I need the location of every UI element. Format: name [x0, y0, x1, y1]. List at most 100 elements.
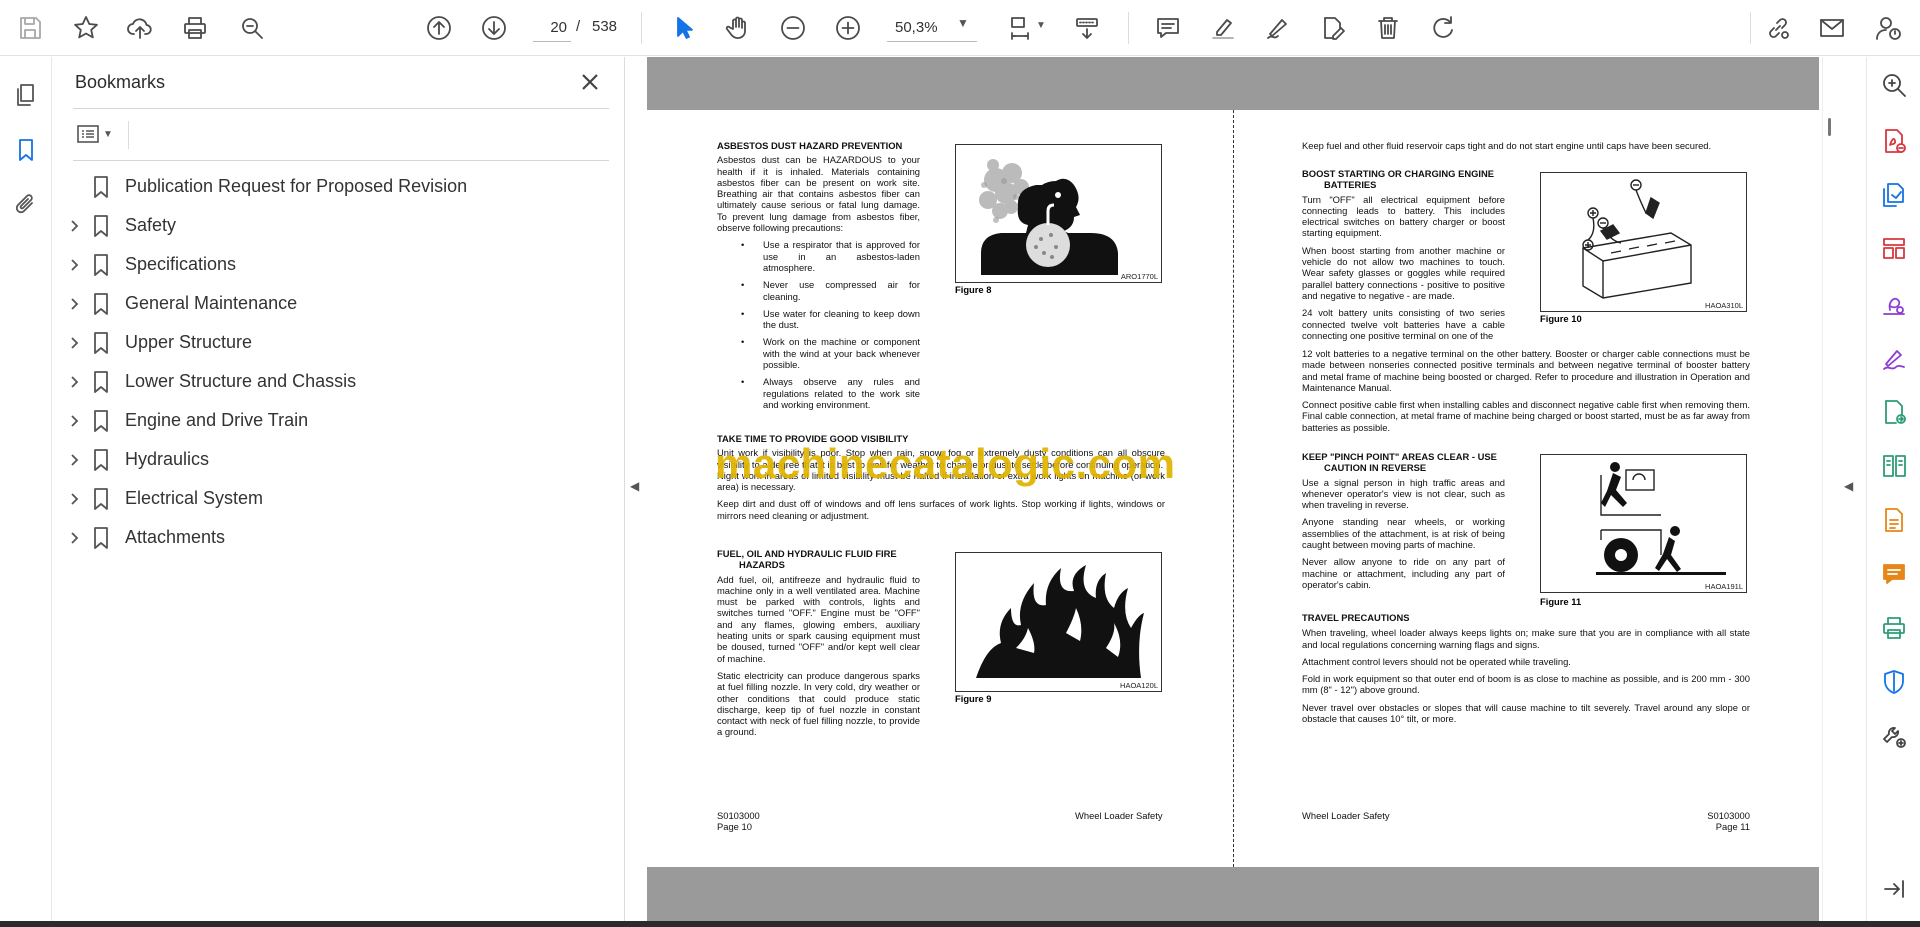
- chevron-right-icon[interactable]: [69, 453, 83, 467]
- bookmark-options-button[interactable]: ▼: [73, 119, 121, 149]
- travel-precautions-section: TRAVEL PRECAUTIONS When traveling, wheel…: [1302, 612, 1750, 730]
- bookmark-item-electrical-system[interactable]: Electrical System: [53, 479, 625, 518]
- zoom-out-icon[interactable]: [773, 8, 813, 48]
- toolbar-divider: [641, 12, 642, 44]
- collapse-left-panel-icon[interactable]: ◀: [630, 479, 639, 493]
- vertical-scrollbar[interactable]: [1822, 57, 1836, 921]
- page-thumbnails-icon[interactable]: [6, 75, 46, 115]
- bookmark-icon: [93, 332, 113, 354]
- zoom-in-icon[interactable]: [828, 8, 868, 48]
- zoom-search-icon[interactable]: [1877, 68, 1911, 102]
- star-icon[interactable]: [66, 8, 106, 48]
- figure-code: HAOA191L: [1705, 582, 1743, 591]
- pinch-point-image: [1596, 462, 1726, 575]
- figure-10-battery: HAOA310L: [1540, 172, 1747, 312]
- comment-tool-icon[interactable]: [1877, 557, 1911, 591]
- draw-icon[interactable]: [1258, 8, 1298, 48]
- fill-and-sign-icon[interactable]: [1877, 341, 1911, 375]
- chevron-right-icon[interactable]: [69, 375, 83, 389]
- chevron-down-icon[interactable]: ▼: [957, 16, 969, 30]
- page-fit-caret-icon[interactable]: ▼: [1036, 20, 1046, 31]
- paragraph: When traveling, wheel loader always keep…: [1302, 627, 1750, 650]
- comment-icon[interactable]: [1148, 8, 1188, 48]
- asbestos-section: ASBESTOS DUST HAZARD PREVENTION Asbestos…: [717, 140, 920, 416]
- document-code: S0103000: [717, 810, 760, 821]
- bookmark-icon: [93, 527, 113, 549]
- attachments-icon[interactable]: [6, 185, 46, 225]
- expand-panel-icon[interactable]: [1877, 872, 1911, 906]
- upload-cloud-icon[interactable]: [120, 8, 160, 48]
- bookmark-item-specifications[interactable]: Specifications: [53, 245, 625, 284]
- panel-title: Bookmarks: [75, 72, 166, 92]
- save-icon[interactable]: [10, 8, 50, 48]
- find-icon[interactable]: [232, 8, 272, 48]
- section-heading-continued: BATTERIES: [1324, 179, 1377, 191]
- paragraph: Use a signal person in high traffic area…: [1302, 476, 1505, 511]
- edit-pdf-icon[interactable]: [1313, 8, 1353, 48]
- hand-tool-icon[interactable]: [718, 8, 758, 48]
- bookmarks-panel: Bookmarks ▼ Publication Request for Prop…: [53, 57, 625, 921]
- bookmark-item-upper-structure[interactable]: Upper Structure: [53, 323, 625, 362]
- page-footer-left: S0103000 Page 10: [717, 810, 760, 833]
- chevron-right-icon[interactable]: [69, 336, 83, 350]
- create-pdf-icon[interactable]: [1877, 178, 1911, 212]
- divider: [73, 108, 609, 109]
- divider: [128, 121, 129, 149]
- bookmark-label: Hydraulics: [125, 449, 210, 469]
- figure-9-fire: HAOA120L: [955, 552, 1162, 692]
- email-icon[interactable]: [1812, 8, 1852, 48]
- scroll-mode-icon[interactable]: [1067, 8, 1107, 48]
- highlight-icon[interactable]: [1203, 8, 1243, 48]
- bookmark-label: Upper Structure: [125, 332, 253, 352]
- toolbar-divider: [1128, 12, 1129, 44]
- print-production-icon[interactable]: [1877, 611, 1911, 645]
- chevron-right-icon[interactable]: [69, 492, 83, 506]
- bookmark-item-hydraulics[interactable]: Hydraulics: [53, 440, 625, 479]
- chevron-right-icon[interactable]: [69, 531, 83, 545]
- list-item: Work on the machine or component with th…: [717, 336, 920, 370]
- compare-files-icon[interactable]: [1877, 449, 1911, 483]
- paragraph: Keep fuel and other fluid reservoir caps…: [1302, 140, 1712, 151]
- export-file-icon[interactable]: [1877, 503, 1911, 537]
- scrollbar-thumb[interactable]: [1828, 118, 1831, 136]
- print-icon[interactable]: [175, 8, 215, 48]
- paragraph: Keep dirt and dust off of windows and of…: [717, 498, 1165, 521]
- send-for-review-icon[interactable]: [1877, 395, 1911, 429]
- organize-pages-icon[interactable]: [1877, 232, 1911, 266]
- bookmark-item-lower-structure[interactable]: Lower Structure and Chassis: [53, 362, 625, 401]
- document-code: S0103000: [1707, 810, 1750, 821]
- trash-icon[interactable]: [1368, 8, 1408, 48]
- bookmark-item-attachments[interactable]: Attachments: [53, 518, 625, 557]
- bookmark-list: Publication Request for Proposed Revisio…: [53, 167, 625, 557]
- page-number-input[interactable]: [533, 14, 571, 42]
- chevron-right-icon[interactable]: [69, 414, 83, 428]
- page-fit-icon[interactable]: [1000, 8, 1040, 48]
- more-tools-icon[interactable]: [1877, 719, 1911, 753]
- close-icon[interactable]: [575, 67, 605, 97]
- bookmark-label: Specifications: [125, 254, 237, 274]
- request-signatures-icon[interactable]: [1877, 287, 1911, 321]
- paragraph: Turn "OFF" all electrical equipment befo…: [1302, 193, 1505, 239]
- section-heading-continued: HAZARDS: [739, 559, 785, 571]
- chevron-right-icon[interactable]: [69, 219, 83, 233]
- chevron-right-icon[interactable]: [69, 297, 83, 311]
- chevron-right-icon[interactable]: [69, 258, 83, 272]
- previous-page-icon[interactable]: [419, 8, 459, 48]
- section-heading: TRAVEL PRECAUTIONS: [1302, 612, 1410, 623]
- rotate-icon[interactable]: [1423, 8, 1463, 48]
- export-pdf-icon[interactable]: [1877, 124, 1911, 158]
- bookmark-item-general-maintenance[interactable]: General Maintenance: [53, 284, 625, 323]
- bookmark-item-publication-request[interactable]: Publication Request for Proposed Revisio…: [53, 167, 625, 206]
- bookmarks-icon[interactable]: [6, 130, 46, 170]
- bookmark-item-engine-drive-train[interactable]: Engine and Drive Train: [53, 401, 625, 440]
- bookmark-item-safety[interactable]: Safety: [53, 206, 625, 245]
- protect-icon[interactable]: [1877, 665, 1911, 699]
- paragraph: Fold in work equipment so that outer end…: [1302, 673, 1750, 696]
- account-icon[interactable]: [1868, 8, 1908, 48]
- next-page-icon[interactable]: [474, 8, 514, 48]
- boost-starting-continued: 12 volt batteries to a negative terminal…: [1302, 348, 1750, 439]
- share-link-icon[interactable]: [1758, 8, 1798, 48]
- figure-caption: Figure 9: [955, 693, 992, 704]
- select-tool-icon[interactable]: [663, 8, 703, 48]
- collapse-right-panel-icon[interactable]: ◀: [1844, 479, 1853, 493]
